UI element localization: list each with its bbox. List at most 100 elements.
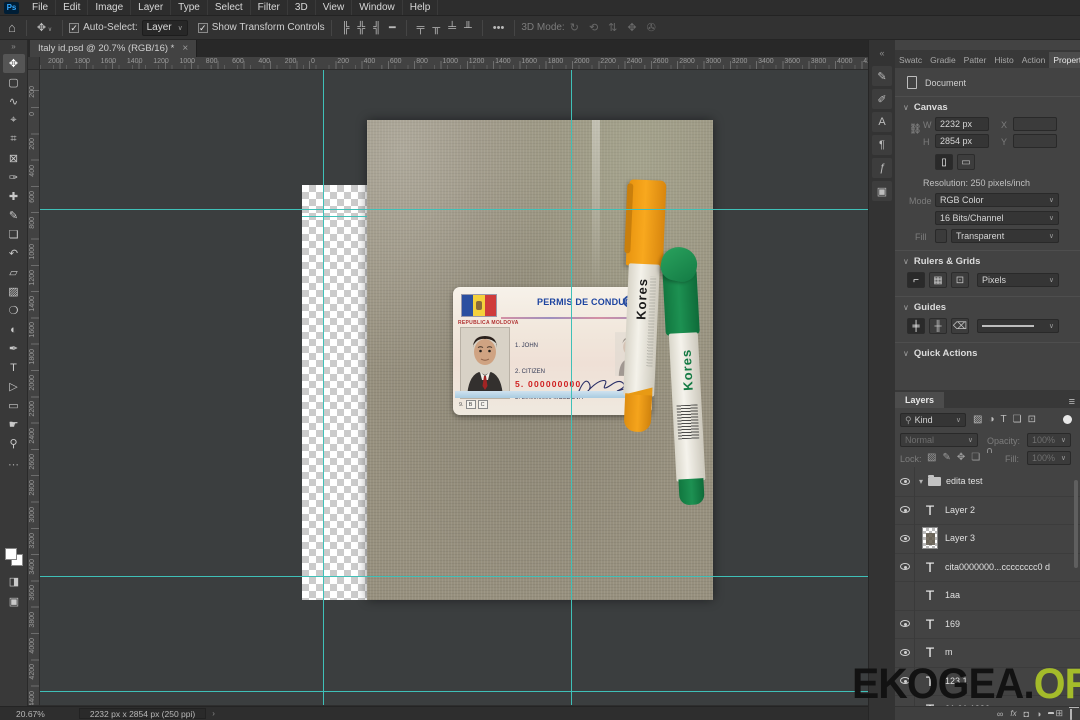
add-mask-icon[interactable]: ◘ <box>1024 709 1029 719</box>
align-center-icon[interactable]: ╬ <box>353 22 369 34</box>
brushes-panel-icon[interactable]: ✎ <box>872 66 892 86</box>
clear-guides-button[interactable]: ⌫ <box>951 318 969 334</box>
layer-row-cita0000000-cccccccc0-d[interactable]: Tcita0000000...cccccccc0 d <box>895 553 1080 582</box>
move-tool[interactable]: ✥ <box>3 54 25 73</box>
menu-window[interactable]: Window <box>352 0 403 15</box>
tab-histogram[interactable]: Histo <box>990 52 1017 68</box>
fill-dropdown[interactable]: Transparent∨ <box>951 229 1059 243</box>
layer-row-layer-2[interactable]: TLayer 2 <box>895 496 1080 525</box>
history-brush-tool[interactable]: ↶ <box>3 244 25 263</box>
quick-mask-icon[interactable]: ◨ <box>3 572 25 591</box>
filter-adjustment-layers-icon[interactable]: ◑ <box>988 414 994 425</box>
link-dimensions-icon[interactable]: ⛓ <box>909 124 922 135</box>
brush-tool[interactable]: ✎ <box>3 206 25 225</box>
distribute-horizontal-icon[interactable]: ╤ <box>413 22 429 34</box>
zoom-percentage[interactable]: 20.67% <box>16 709 45 719</box>
vertical-ruler[interactable]: 2000200400600800100012001400160018002000… <box>28 57 40 705</box>
layer-thumbnail[interactable] <box>922 527 938 549</box>
align-left-icon[interactable]: ╠ <box>338 22 354 34</box>
glyphs-panel-icon[interactable]: ƒ <box>872 158 892 178</box>
layer-visibility-eye-icon[interactable] <box>895 467 915 496</box>
canvas-section-header[interactable]: ∨Canvas <box>903 102 948 113</box>
collapse-panels-icon[interactable]: « <box>872 43 892 63</box>
path-select-tool[interactable]: ▷ <box>3 377 25 396</box>
new-layer-icon[interactable]: ⊞ <box>1055 708 1063 719</box>
add-adjustment-icon[interactable]: ◑ <box>1036 709 1041 719</box>
layer-visibility-empty[interactable] <box>895 581 915 610</box>
tab-swatches[interactable]: Swatc <box>895 52 926 68</box>
height-field[interactable]: 2854 px <box>935 134 989 148</box>
toggle-rulers-button[interactable]: ⌐ <box>907 272 925 288</box>
delete-layer-icon[interactable] <box>1070 709 1072 719</box>
toggle-snap-button[interactable]: ⊡ <box>951 272 969 288</box>
link-layers-icon[interactable]: ∞ <box>997 709 1003 719</box>
menu-image[interactable]: Image <box>88 0 131 15</box>
dodge-tool[interactable]: ◐ <box>3 320 25 339</box>
menu-type[interactable]: Type <box>171 0 208 15</box>
foreground-color-swatch[interactable] <box>5 548 17 560</box>
layer-row-1aa[interactable]: T1aa <box>895 581 1080 610</box>
pen-tool[interactable]: ✒ <box>3 339 25 358</box>
screen-mode-icon[interactable]: ▣ <box>3 592 25 611</box>
rulers-grids-section-header[interactable]: ∨Rulers & Grids <box>903 256 980 267</box>
filter-type-layers-icon[interactable]: T <box>1001 414 1007 425</box>
tab-gradients[interactable]: Gradie <box>926 52 960 68</box>
hand-tool[interactable]: ☛ <box>3 415 25 434</box>
menu-view[interactable]: View <box>316 0 353 15</box>
guides-section-header[interactable]: ∨Guides <box>903 302 946 313</box>
toggle-smart-guides-button[interactable]: ╫ <box>929 318 947 334</box>
more-align-options-icon[interactable]: ••• <box>489 22 509 34</box>
color-swatches[interactable] <box>5 548 23 566</box>
shape-tool[interactable]: ▭ <box>3 396 25 415</box>
layer-visibility-eye-icon[interactable] <box>895 610 915 639</box>
libraries-panel-icon[interactable]: ▣ <box>872 181 892 201</box>
toggle-guides-button[interactable]: ╪ <box>907 318 925 334</box>
tab-actions[interactable]: Action <box>1018 52 1050 68</box>
layer-visibility-eye-icon[interactable] <box>895 524 915 553</box>
move-tool-icon[interactable]: ✥ ∨ <box>33 21 56 34</box>
align-top-icon[interactable]: ━ <box>385 21 400 34</box>
menu-select[interactable]: Select <box>208 0 251 15</box>
filter-pixel-layers-icon[interactable]: ▨ <box>973 414 982 425</box>
layers-panel-menu-icon[interactable]: ≡ <box>1064 396 1080 408</box>
filter-shape-layers-icon[interactable]: ❏ <box>1013 414 1022 425</box>
color-mode-dropdown[interactable]: RGB Color∨ <box>935 193 1059 207</box>
blur-tool[interactable]: ❍ <box>3 301 25 320</box>
crop-tool[interactable]: ⌗ <box>3 130 25 149</box>
tab-patterns[interactable]: Patter <box>960 52 991 68</box>
horizontal-ruler[interactable]: 2000180016001400120010008006004002000200… <box>40 57 868 70</box>
guide-style-dropdown[interactable]: ∨ <box>977 319 1059 333</box>
document-tab[interactable]: Italy id.psd @ 20.7% (RGB/16) * × <box>30 40 197 57</box>
object-selection-tool[interactable]: ⌖ <box>3 111 25 130</box>
close-tab-icon[interactable]: × <box>182 43 188 54</box>
lock-artboard-icon[interactable]: ❏ <box>971 452 980 463</box>
clone-stamp-tool[interactable]: ❏ <box>3 225 25 244</box>
layer-row-169[interactable]: T169 <box>895 610 1080 639</box>
ruler-units-dropdown[interactable]: Pixels∨ <box>977 273 1059 287</box>
group-expand-chevron[interactable]: ▾ <box>919 477 923 486</box>
menu-help[interactable]: Help <box>403 0 439 15</box>
marquee-tool[interactable]: ▢ <box>3 73 25 92</box>
toggle-grid-button[interactable]: ▦ <box>929 272 947 288</box>
distribute-left-icon[interactable]: ╧ <box>444 22 460 34</box>
text-layer-thumbnail[interactable]: T <box>919 559 941 575</box>
status-chevron-icon[interactable]: › <box>212 709 215 718</box>
brush-settings-panel-icon[interactable]: ✐ <box>872 89 892 109</box>
toolbar-expand-icon[interactable]: » <box>0 40 27 54</box>
lock-position-icon[interactable]: ✥ <box>957 452 965 463</box>
character-panel-icon[interactable]: A <box>872 112 892 132</box>
show-transform-checkbox[interactable]: ✓ <box>198 23 208 33</box>
layer-visibility-eye-icon[interactable] <box>895 553 915 582</box>
type-tool[interactable]: T <box>3 358 25 377</box>
bit-depth-dropdown[interactable]: 16 Bits/Channel∨ <box>935 211 1059 225</box>
auto-select-dropdown[interactable]: Layer∨ <box>142 20 188 36</box>
text-layer-thumbnail[interactable]: T <box>919 644 941 660</box>
menu-file[interactable]: File <box>25 0 56 15</box>
lock-transparency-icon[interactable]: ▨ <box>927 452 936 463</box>
tab-properties[interactable]: Properties <box>1049 52 1080 68</box>
lock-pixels-icon[interactable]: ✎ <box>942 452 950 463</box>
home-icon[interactable]: ⌂ <box>4 20 20 35</box>
align-right-icon[interactable]: ╣ <box>369 22 385 34</box>
frame-tool[interactable]: ⊠ <box>3 149 25 168</box>
text-layer-thumbnail[interactable]: T <box>919 616 941 632</box>
